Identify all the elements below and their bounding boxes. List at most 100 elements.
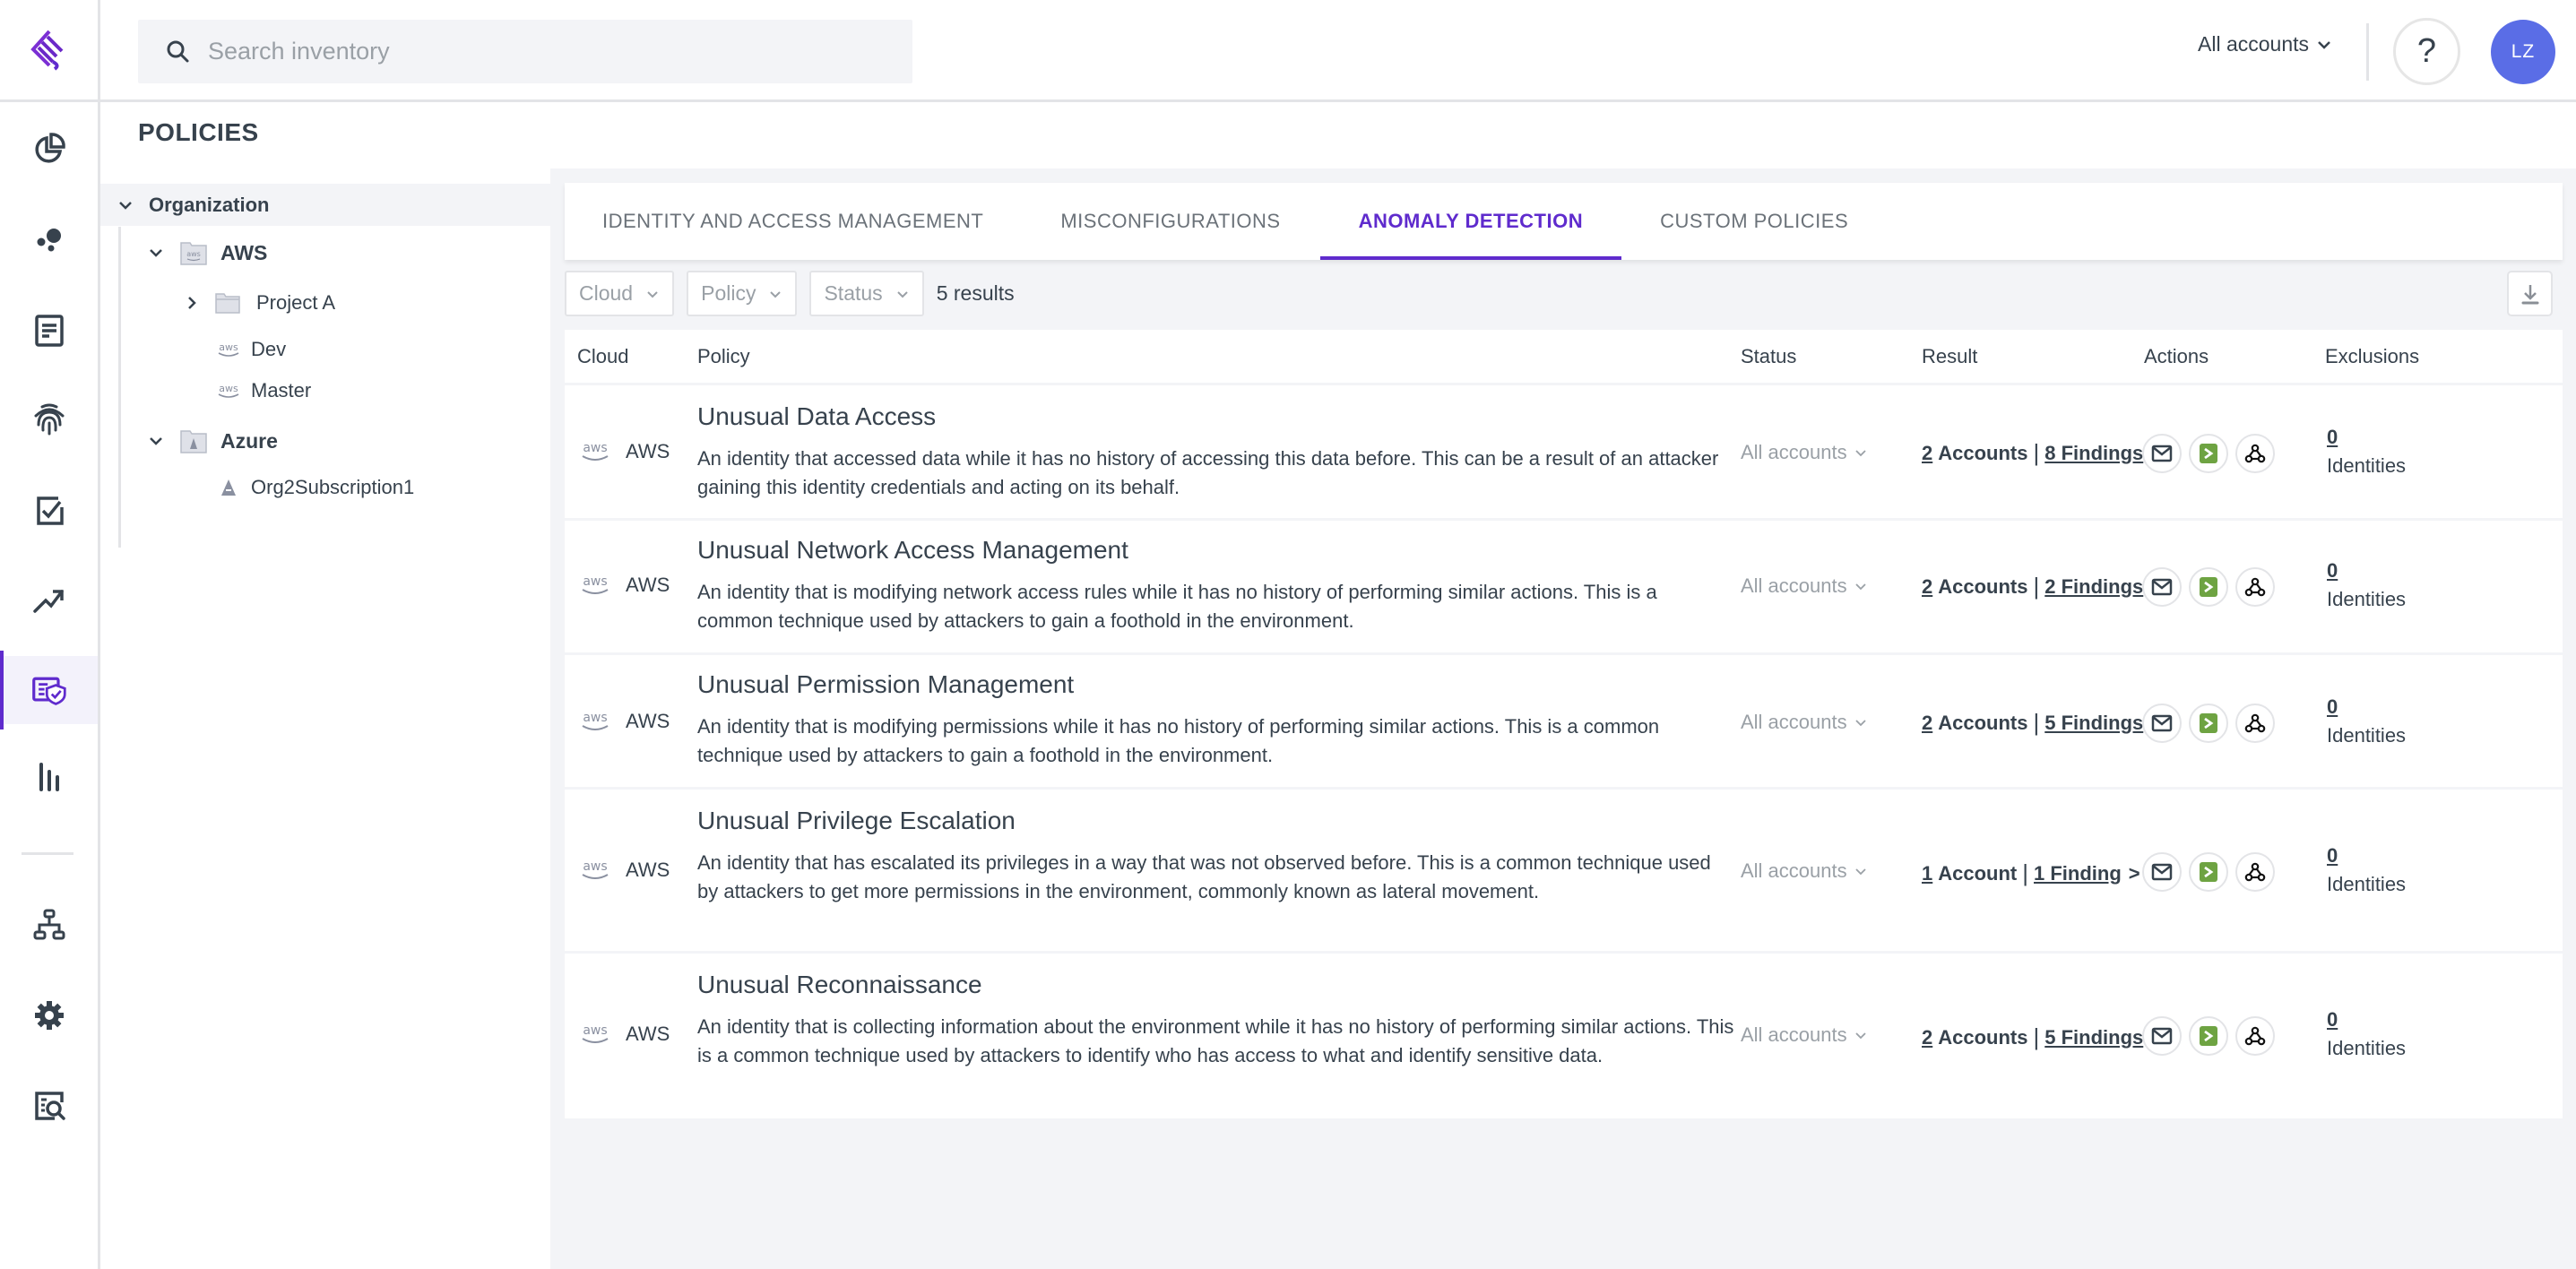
tree-node-org2subscription1[interactable]: Org2Subscription1 (219, 476, 414, 499)
help-button[interactable]: ? (2393, 18, 2460, 85)
status-dropdown[interactable]: All accounts (1741, 859, 1867, 883)
status-label: All accounts (1741, 574, 1847, 597)
webhook-action-button[interactable] (2235, 1016, 2275, 1056)
tree-node-master[interactable]: aws Master (215, 379, 311, 402)
table-row[interactable]: aws AWS Unusual Reconnaissance An identi… (565, 954, 2563, 1118)
findings-link[interactable]: 2 Findings (2044, 575, 2143, 599)
column-header-policy[interactable]: Policy (697, 345, 750, 368)
script-action-button[interactable] (2189, 1016, 2228, 1056)
findings-link[interactable]: 1 Finding (2034, 862, 2122, 885)
script-action-button[interactable] (2189, 567, 2228, 607)
tree-guide-line (118, 227, 121, 548)
policy-filter[interactable]: Policy (687, 271, 798, 316)
status-label: All accounts (1741, 441, 1847, 463)
column-header-status[interactable]: Status (1741, 345, 1796, 368)
aws-logo-icon: aws (582, 1023, 609, 1043)
tab-anomaly-detection[interactable]: ANOMALY DETECTION (1319, 183, 1622, 260)
rail-item-dashboard[interactable] (0, 115, 98, 183)
rail-item-graph[interactable] (0, 205, 98, 273)
email-action-button[interactable] (2142, 852, 2182, 892)
tree-node-project-a[interactable]: Project A (181, 291, 335, 315)
exclusions-count-link[interactable]: 0 (2327, 557, 2406, 585)
chevron-down-icon[interactable] (115, 197, 136, 213)
tree-node-azure[interactable]: Azure (145, 427, 278, 454)
rail-item-audit[interactable] (0, 1072, 98, 1140)
rail-item-organization[interactable] (0, 891, 98, 959)
findings-link[interactable]: 5 Findings (2044, 1026, 2143, 1049)
policy-title[interactable]: Unusual Data Access (697, 401, 1737, 432)
tree-root-organization[interactable]: Organization (100, 184, 550, 226)
accounts-count-link[interactable]: 1 (1922, 862, 1932, 885)
findings-link[interactable]: 8 Findings (2044, 442, 2143, 465)
policy-title[interactable]: Unusual Reconnaissance (697, 970, 1737, 1000)
email-action-button[interactable] (2142, 704, 2182, 743)
script-action-button[interactable] (2189, 852, 2228, 892)
exclusions-count-link[interactable]: 0 (2327, 1006, 2406, 1034)
chevron-down-icon[interactable] (145, 245, 167, 261)
tab-custom-policies[interactable]: CUSTOM POLICIES (1660, 183, 1848, 260)
status-dropdown[interactable]: All accounts (1741, 574, 1867, 598)
webhook-action-button[interactable] (2235, 704, 2275, 743)
status-dropdown[interactable]: All accounts (1741, 1023, 1867, 1047)
policy-title[interactable]: Unusual Privilege Escalation (697, 806, 1737, 836)
user-avatar[interactable]: LZ (2491, 20, 2555, 84)
webhook-action-button[interactable] (2235, 434, 2275, 473)
accounts-count-link[interactable]: 2 (1922, 442, 1932, 465)
accounts-count-link[interactable]: 2 (1922, 575, 1932, 599)
tab-misconfigurations[interactable]: MISCONFIGURATIONS (1060, 183, 1280, 260)
table-row[interactable]: aws AWS Unusual Permission Management An… (565, 655, 2563, 790)
rail-item-analytics[interactable] (0, 743, 98, 811)
accounts-count-link[interactable]: 2 (1922, 1026, 1932, 1049)
status-dropdown[interactable]: All accounts (1741, 441, 1867, 464)
rail-item-trends[interactable] (0, 566, 98, 634)
chevron-down-icon (1854, 720, 1866, 727)
status-filter[interactable]: Status (809, 271, 924, 316)
rail-item-settings[interactable] (0, 981, 98, 1049)
exclusions-count-link[interactable]: 0 (2327, 693, 2406, 721)
policy-cell: Unusual Network Access Management An ide… (697, 535, 1737, 635)
organization-tree: Organization aws AWS Project A aws Dev a… (100, 184, 550, 548)
email-icon (2151, 445, 2173, 462)
policy-title[interactable]: Unusual Permission Management (697, 669, 1737, 700)
webhook-action-button[interactable] (2235, 567, 2275, 607)
script-action-button[interactable] (2189, 704, 2228, 743)
result-arrow[interactable]: > (2129, 862, 2140, 885)
table-row[interactable]: aws AWS Unusual Privilege Escalation An … (565, 790, 2563, 954)
tab-identity-access-management[interactable]: IDENTITY AND ACCESS MANAGEMENT (602, 183, 983, 260)
email-action-button[interactable] (2142, 434, 2182, 473)
table-row[interactable]: aws AWS Unusual Network Access Managemen… (565, 521, 2563, 655)
status-dropdown[interactable]: All accounts (1741, 711, 1867, 734)
accounts-selector[interactable]: All accounts (2198, 32, 2332, 56)
search-input[interactable] (208, 38, 889, 65)
email-icon (2151, 863, 2173, 881)
policy-title[interactable]: Unusual Network Access Management (697, 535, 1737, 565)
search-box[interactable] (138, 20, 912, 83)
script-action-button[interactable] (2189, 434, 2228, 473)
column-header-result[interactable]: Result (1922, 345, 1977, 368)
column-header-exclusions[interactable]: Exclusions (2325, 345, 2419, 368)
exclusions-count-link[interactable]: 0 (2327, 842, 2406, 870)
tree-node-aws[interactable]: aws AWS (145, 239, 267, 266)
email-action-button[interactable] (2142, 567, 2182, 607)
email-action-button[interactable] (2142, 1016, 2182, 1056)
column-header-cloud[interactable]: Cloud (577, 345, 628, 368)
app-logo[interactable] (0, 0, 98, 102)
rail-item-identities[interactable] (0, 385, 98, 453)
aws-logo-icon: aws (582, 441, 609, 461)
exclusions-count-link[interactable]: 0 (2327, 423, 2406, 452)
rail-item-reports[interactable] (0, 296, 98, 364)
chevron-down-icon[interactable] (145, 433, 167, 449)
download-button[interactable] (2507, 271, 2553, 316)
rail-item-policies[interactable] (0, 651, 98, 729)
tree-node-dev[interactable]: aws Dev (215, 338, 286, 361)
table-row[interactable]: aws AWS Unusual Data Access An identity … (565, 385, 2563, 521)
webhook-icon (2244, 577, 2266, 597)
cloud-cell: aws AWS (577, 573, 670, 598)
accounts-label: Accounts (1938, 574, 2028, 598)
rail-item-tasks[interactable] (0, 477, 98, 545)
chevron-right-icon[interactable] (181, 295, 203, 311)
accounts-count-link[interactable]: 2 (1922, 712, 1932, 735)
cloud-filter[interactable]: Cloud (565, 271, 675, 316)
webhook-action-button[interactable] (2235, 852, 2275, 892)
findings-link[interactable]: 5 Findings (2044, 712, 2143, 735)
